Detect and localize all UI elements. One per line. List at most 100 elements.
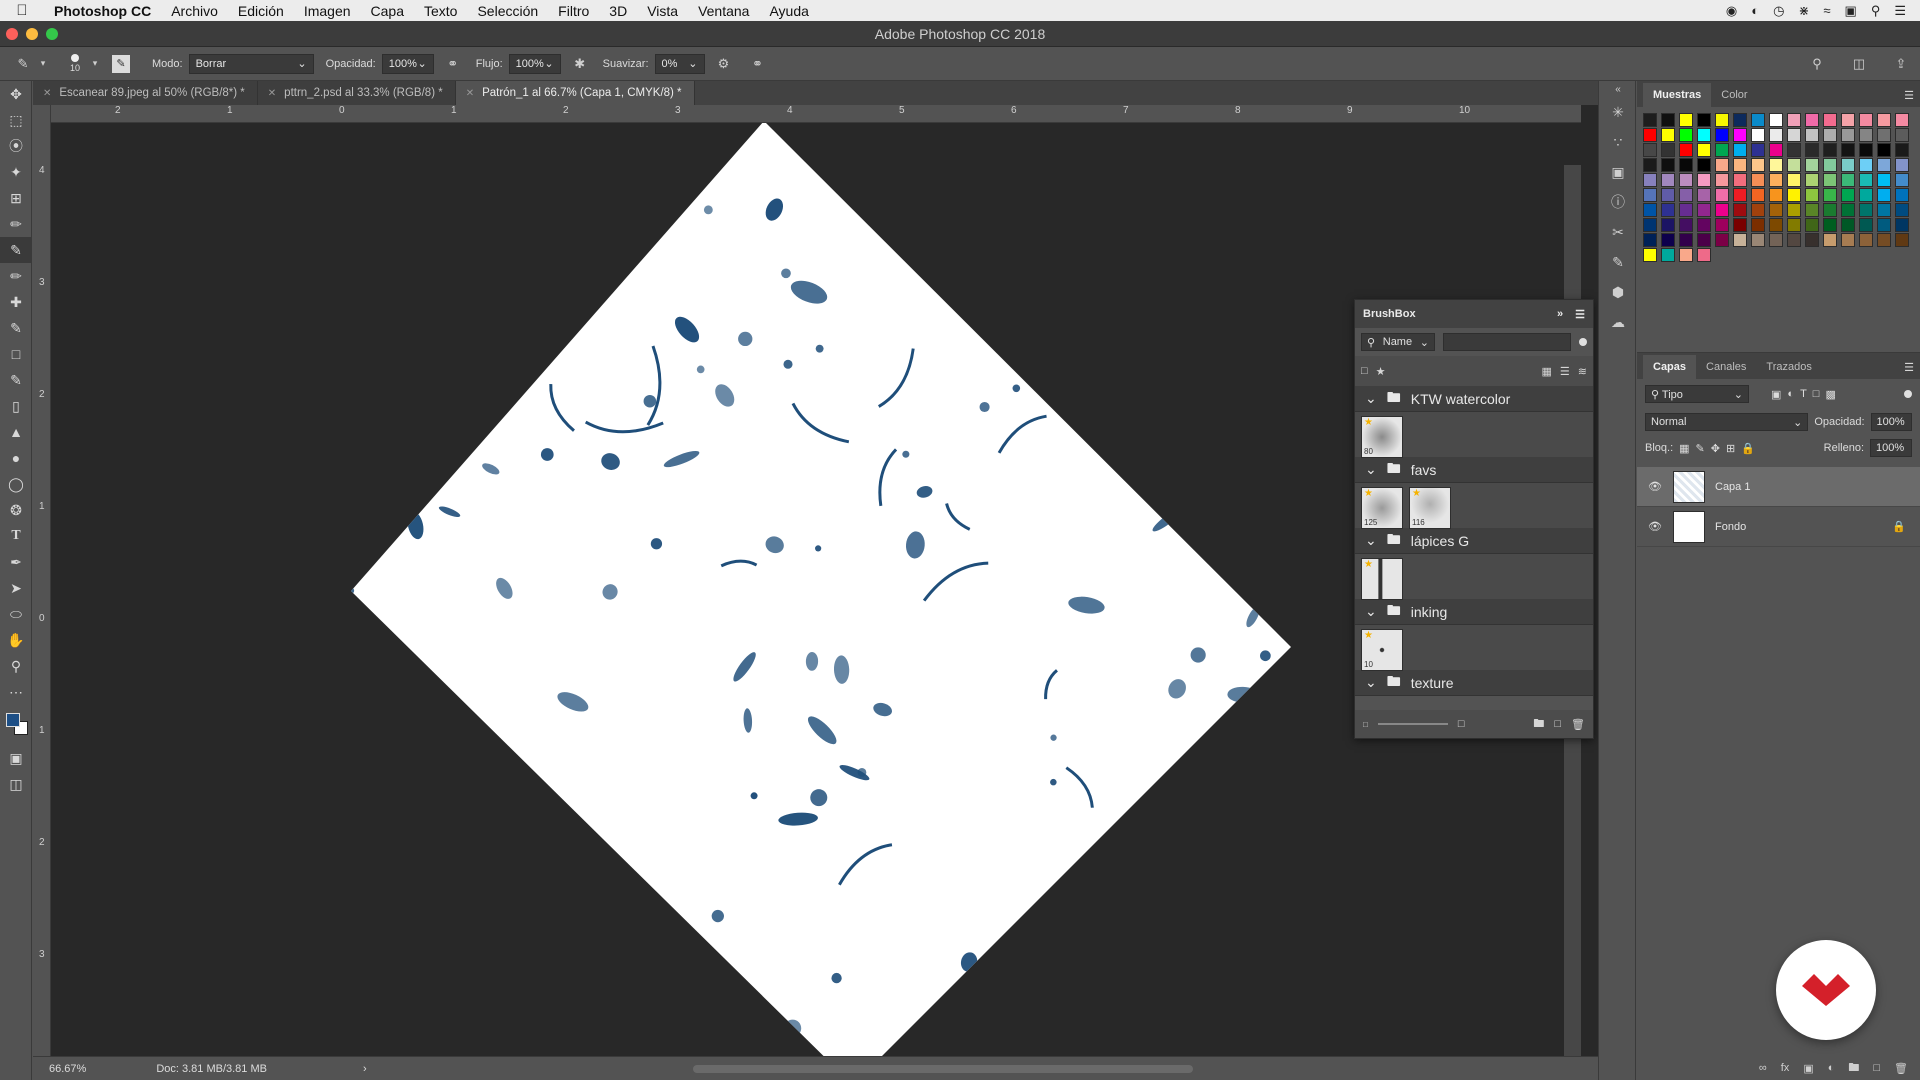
chevron-down-icon[interactable]: ⌄	[1365, 461, 1377, 478]
panel-menu-icon[interactable]: ☰	[1904, 89, 1914, 102]
chevron-down-icon[interactable]: ⌄	[1365, 532, 1377, 549]
workspace-icon[interactable]: ◫	[1850, 55, 1868, 73]
path-selection-tool-icon[interactable]: ➤	[0, 575, 32, 601]
color-swatch[interactable]	[1805, 233, 1819, 247]
brush-tool-icon[interactable]: ✎	[14, 55, 32, 73]
opacity-field[interactable]: 100% ⌄	[381, 53, 434, 74]
color-swatch[interactable]	[1895, 233, 1909, 247]
color-swatch[interactable]	[1823, 173, 1837, 187]
eye-icon[interactable]: 👁	[1647, 520, 1663, 533]
color-swatch[interactable]	[1859, 173, 1873, 187]
tab-escanear[interactable]: ✕ Escanear 89.jpeg al 50% (RGB/8*) *	[33, 81, 258, 105]
color-swatch[interactable]	[1661, 173, 1675, 187]
small-brush-icon[interactable]: □	[1363, 720, 1368, 729]
brushbox-search-input[interactable]	[1443, 333, 1571, 351]
vertical-ruler[interactable]: 4 3 2 1 0 1 2 3	[33, 105, 51, 1056]
color-swatch[interactable]	[1751, 158, 1765, 172]
color-swatch[interactable]	[1787, 158, 1801, 172]
history-brush-tool-icon[interactable]: ✎	[0, 367, 32, 393]
wifi-icon[interactable]: ≈	[1823, 3, 1830, 18]
lock-artboard-icon[interactable]: ⊞	[1726, 442, 1735, 455]
brush-settings-icon[interactable]: ✳	[1599, 97, 1637, 127]
tab-muestras[interactable]: Muestras	[1643, 83, 1712, 107]
layer-name[interactable]: Fondo	[1715, 521, 1746, 533]
color-swatch[interactable]	[1823, 143, 1837, 157]
color-swatch[interactable]	[1859, 233, 1873, 247]
color-swatch[interactable]	[1787, 218, 1801, 232]
healing-tool-icon[interactable]: ✚	[0, 289, 32, 315]
close-icon[interactable]: ✕	[43, 88, 51, 99]
color-swatch[interactable]	[1733, 158, 1747, 172]
color-swatch[interactable]	[1859, 158, 1873, 172]
color-swatch[interactable]	[1895, 158, 1909, 172]
blur-tool-icon[interactable]: ●	[0, 445, 32, 471]
display-icon[interactable]: ▣	[1845, 3, 1857, 19]
color-swatch[interactable]	[1751, 143, 1765, 157]
fx-icon[interactable]: fx	[1781, 1062, 1790, 1074]
layer-name[interactable]: Capa 1	[1715, 481, 1750, 493]
grid-view-icon[interactable]: ▦	[1542, 365, 1552, 378]
trash-icon[interactable]: 🗑	[1894, 1062, 1908, 1075]
color-swatch[interactable]	[1841, 233, 1855, 247]
horizontal-ruler[interactable]: 2 1 0 1 2 3 4 5 6 7 8 9 10	[51, 105, 1581, 123]
color-swatch[interactable]	[1715, 173, 1729, 187]
3d-icon[interactable]: ⬢	[1599, 277, 1637, 307]
color-swatch[interactable]	[1679, 218, 1693, 232]
collapse-icon[interactable]: «	[1599, 81, 1637, 97]
link-layers-icon[interactable]: ∞	[1759, 1062, 1767, 1074]
time-machine-icon[interactable]: ◷	[1773, 3, 1784, 19]
adjustment-layer-icon[interactable]: ◐	[1828, 1062, 1835, 1074]
brush-tool-icon[interactable]: ✎	[0, 237, 32, 263]
tab-capas[interactable]: Capas	[1643, 355, 1697, 379]
color-swatch[interactable]	[1715, 113, 1729, 127]
list-icon[interactable]: ☰	[1894, 3, 1906, 19]
color-swatch[interactable]	[1643, 158, 1657, 172]
sponge-tool-icon[interactable]: ❂	[0, 497, 32, 523]
color-swatch[interactable]	[1661, 188, 1675, 202]
filter-adjustment-icon[interactable]: ◐	[1787, 388, 1794, 400]
large-brush-icon[interactable]: □	[1458, 718, 1465, 730]
color-swatch[interactable]	[1679, 203, 1693, 217]
brush-thumbnail[interactable]: ★	[1361, 558, 1403, 600]
brush-thumbnail[interactable]: ★ 125	[1361, 487, 1403, 529]
lock-all-icon[interactable]: 🔒	[1741, 442, 1755, 455]
color-swatch[interactable]	[1697, 158, 1711, 172]
color-swatch[interactable]	[1715, 203, 1729, 217]
fill-field[interactable]: 100%	[1870, 439, 1912, 457]
color-swatch[interactable]	[1787, 143, 1801, 157]
color-swatch[interactable]	[1823, 158, 1837, 172]
color-swatch[interactable]	[1679, 128, 1693, 142]
chevron-down-icon[interactable]: ⌄	[1365, 674, 1377, 691]
brushes-icon[interactable]: ✎	[1599, 247, 1637, 277]
color-swatch[interactable]	[1751, 233, 1765, 247]
color-swatch[interactable]	[1841, 173, 1855, 187]
layer-row[interactable]: 👁 Capa 1	[1637, 467, 1920, 507]
color-swatch[interactable]	[1787, 173, 1801, 187]
watercolor-pattern-artwork[interactable]	[51, 123, 1581, 1056]
brush-settings-icon[interactable]: ✎	[112, 54, 130, 73]
color-swatch[interactable]	[1769, 173, 1783, 187]
menu-imagen[interactable]: Imagen	[294, 3, 361, 19]
color-swatch[interactable]	[1841, 158, 1855, 172]
color-swatch[interactable]	[1679, 233, 1693, 247]
eraser-tool-icon[interactable]: ▯	[0, 393, 32, 419]
brush-thumbnail[interactable]: ★ 10	[1361, 629, 1403, 671]
color-swatch[interactable]	[1895, 128, 1909, 142]
list-view-icon[interactable]: ☰	[1560, 365, 1570, 378]
search-icon[interactable]: ⚲	[1871, 3, 1881, 19]
lock-pixels-icon[interactable]: ✎	[1696, 442, 1705, 455]
quick-mask-icon[interactable]: ▣	[0, 745, 32, 771]
tab-color[interactable]: Color	[1711, 83, 1757, 107]
color-swatch[interactable]	[1769, 158, 1783, 172]
eye-icon[interactable]: 👁	[1647, 480, 1663, 493]
color-swatch[interactable]	[1841, 113, 1855, 127]
color-swatch[interactable]	[1895, 143, 1909, 157]
color-swatch[interactable]	[1679, 113, 1693, 127]
color-swatch[interactable]	[1859, 113, 1873, 127]
close-icon[interactable]: ✕	[268, 88, 276, 99]
color-swatch[interactable]	[1769, 188, 1783, 202]
tab-trazados[interactable]: Trazados	[1756, 355, 1821, 379]
canvas[interactable]	[51, 123, 1581, 1056]
chevron-down-icon[interactable]: ⌄	[1365, 390, 1377, 407]
color-swatch[interactable]	[1841, 188, 1855, 202]
